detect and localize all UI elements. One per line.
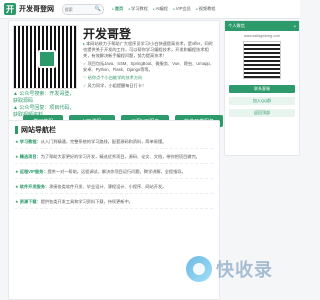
contact-support-button[interactable]: 联系客服 (229, 85, 295, 93)
star-icon: ★ (15, 199, 19, 204)
list-item[interactable]: ★精选项目：为了帮助大家更好的学习开发，精选优秀项目，源码、论文、文档，带你把项… (15, 154, 213, 164)
sidebar-url: www.kaifagedeng.com (244, 34, 280, 38)
nav-item-tutorials[interactable]: 学习教程 (128, 6, 148, 12)
title-bar-icon (15, 126, 18, 134)
section-title: 网站导航栏 (15, 125, 56, 135)
intro-paragraph: 给你点个小白能学的技术方向 (87, 75, 143, 80)
nav-item-home[interactable]: 首页 (112, 6, 123, 12)
watermark-text: 快收录 (216, 260, 273, 280)
section-title-text: 网站导航栏 (21, 127, 56, 134)
sidebar-title: 个人微信 (228, 23, 245, 28)
check-icon: ✓ (83, 83, 87, 88)
star-icon: ★ (15, 169, 19, 174)
nav-item-ai[interactable]: AI编程 (153, 6, 168, 12)
heart-icon: ♡ (83, 75, 87, 80)
page-title: 开发哥登 (83, 27, 132, 41)
list-item[interactable]: ★学习教程：从入门到精通，完整系统的学习路线，配套源码和资料，简单易懂。 (15, 139, 213, 149)
logo-icon: 开 (4, 3, 16, 15)
list-item[interactable]: ★软件开发服务：承接各类软件开发、毕业设计、课程设计、小程序、网站开发。 (15, 184, 213, 194)
watermark-logo-icon (186, 256, 212, 282)
main-nav: 首页 学习教程 AI编程 VIP会员 视频教程 (112, 6, 216, 12)
intro-description: ▸本网站致力于帮助广大程序员学习/小白快速提高技术，是offer，同时也提供关于… (83, 41, 215, 91)
search-input[interactable] (64, 6, 95, 12)
search-icon[interactable]: 🔍 (95, 6, 101, 12)
nav-item-vip[interactable]: VIP会员 (173, 6, 191, 12)
search-box[interactable]: 🔍 (62, 3, 104, 15)
sidebar-contact-card: 个人微信 × www.kaifagedeng.com 联系客服 加入QQ群 返回… (224, 20, 300, 156)
star-icon: ★ (15, 139, 19, 144)
tagline-1: ▲ 公众号搜索：开发哥登，获取源码 (13, 91, 75, 104)
intro-paragraph: 本网站致力于帮助广大程序员学习/小白快速提高技术，是offer，同时也提供关于开… (83, 41, 213, 58)
watermark: 快收录 (186, 248, 296, 290)
close-icon[interactable]: × (294, 24, 296, 29)
list-item[interactable]: ★资源下载：提供各类开发工具和学习资料下载，持续更新中。 (15, 199, 213, 209)
brand-name: 开发哥登网 (19, 6, 54, 13)
intro-paragraph: 项目包括Java、SSM、SpringBoot、微服务、Vue、爬虫、Umapp… (83, 61, 214, 72)
join-qq-group-button[interactable]: 加入QQ群 (229, 97, 295, 105)
list-item[interactable]: ★远程VIP服务：提供一对一帮助，远程调试，解决你项目运行问题，教学讲解，全程指… (15, 169, 213, 179)
intro-paragraph: 风力同学，小姐提醒每日打卡！ (87, 83, 147, 88)
nav-items: ★学习教程：从入门到精通，完整系统的学习路线，配套源码和资料，简单易懂。 ★精选… (15, 139, 213, 214)
wechat-qr-code (13, 25, 77, 89)
top-navbar: 开 开发哥登网 🔍 首页 学习教程 AI编程 VIP会员 视频教程 (0, 0, 300, 19)
check-icon: ✓ (83, 61, 87, 66)
bullet-icon: ▸ (83, 41, 86, 46)
nav-item-video[interactable]: 视频教程 (196, 6, 216, 12)
star-icon: ★ (15, 154, 19, 159)
star-icon: ★ (15, 184, 19, 189)
site-logo[interactable]: 开 开发哥登网 (4, 3, 54, 15)
sidebar-buttons: 联系客服 加入QQ群 返回顶部 (229, 85, 295, 117)
sidebar-qr-code (243, 41, 281, 79)
back-to-top-button[interactable]: 返回顶部 (229, 109, 295, 117)
sidebar-header: 个人微信 × (225, 21, 299, 31)
